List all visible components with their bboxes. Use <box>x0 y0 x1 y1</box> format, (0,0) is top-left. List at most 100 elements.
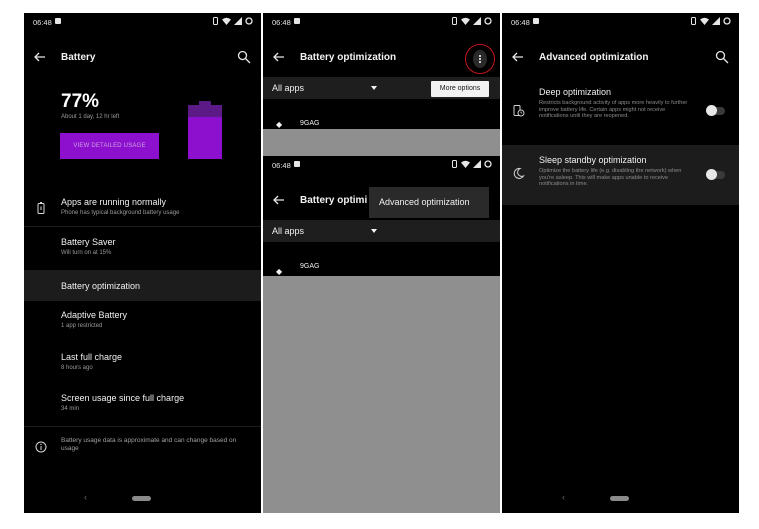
adaptive-battery-item[interactable]: Adaptive Battery 1 app restricted <box>24 305 261 339</box>
battery-saver-item[interactable]: Battery Saver Will turn on at 15% <box>24 232 261 266</box>
last-full-charge-item: Last full charge 8 hours ago <box>24 346 261 380</box>
vibrate-icon <box>691 17 696 25</box>
notification-icon <box>294 161 300 167</box>
nav-back-icon[interactable]: ‹ <box>84 492 87 502</box>
page-title: Advanced optimization <box>539 52 649 63</box>
wifi-icon <box>461 17 470 25</box>
view-detailed-usage-button[interactable]: VIEW DETAILED USAGE <box>60 133 159 159</box>
status-bar: 06:48 <box>263 156 500 174</box>
battery-alert-icon <box>37 202 45 214</box>
back-arrow-icon[interactable] <box>511 50 525 64</box>
search-icon[interactable] <box>237 50 251 64</box>
adaptive-battery-subtitle: 1 app restricted <box>61 323 103 329</box>
battery-body <box>188 105 222 159</box>
last-full-charge-title: Last full charge <box>61 352 123 362</box>
battery-optimization-item[interactable]: Battery optimization <box>24 270 261 301</box>
notification-icon <box>294 18 300 24</box>
divider <box>24 226 261 227</box>
battery-saver-title: Battery Saver <box>61 237 116 247</box>
sleep-standby-optimization-row[interactable]: Sleep standby optimization Optimize the … <box>502 145 739 205</box>
status-time: 06:48 <box>511 18 530 27</box>
adaptive-battery-title: Adaptive Battery <box>61 310 128 320</box>
vibrate-icon <box>213 17 218 25</box>
deep-optimization-toggle[interactable] <box>706 105 725 116</box>
app-icon: ◆ <box>276 267 283 276</box>
filter-label: All apps <box>272 83 305 93</box>
battery-status-icon <box>484 160 492 168</box>
info-icon <box>35 441 47 453</box>
app-name[interactable]: 9GAG <box>300 263 319 270</box>
notification-icon <box>55 18 61 24</box>
app-bar: Battery <box>24 41 261 75</box>
battery-screen: 06:48 Battery 77% About 1 day, 12 hr lef… <box>24 13 261 513</box>
battery-fill <box>188 117 222 159</box>
vibrate-icon <box>452 160 457 168</box>
status-bar: 06:48 <box>263 13 500 31</box>
page-title: Battery <box>61 52 96 63</box>
search-icon[interactable] <box>715 50 729 64</box>
status-time: 06:48 <box>33 18 52 27</box>
wifi-icon <box>461 160 470 168</box>
app-filter[interactable]: All apps <box>263 220 500 242</box>
sleep-standby-desc: Optimize the battery life (e.g. disablin… <box>539 168 682 187</box>
vibrate-icon <box>452 17 457 25</box>
battery-status-icon <box>245 17 253 25</box>
status-icons <box>451 160 492 168</box>
notification-icon <box>533 18 539 24</box>
signal-icon <box>712 17 720 25</box>
signal-icon <box>473 160 481 168</box>
screen-usage-value: 34 min <box>61 406 80 412</box>
status-bar: 06:48 <box>502 13 739 31</box>
home-pill-icon[interactable] <box>610 496 629 501</box>
nav-back-icon[interactable]: ‹ <box>562 492 565 502</box>
sleep-standby-toggle[interactable] <box>706 169 725 180</box>
divider <box>24 426 261 427</box>
more-options-button[interactable]: More options <box>431 81 489 97</box>
status-subtitle: Phone has typical background battery usa… <box>61 210 180 216</box>
battery-percentage: 77% <box>61 91 100 112</box>
status-icons <box>451 17 492 25</box>
advanced-optimization-menu-item[interactable]: Advanced optimization <box>369 187 489 218</box>
status-icons <box>212 17 253 25</box>
signal-icon <box>234 17 242 25</box>
app-icon: ◆ <box>276 120 283 129</box>
nav-bar: ‹ <box>502 483 739 513</box>
dropdown-arrow-icon <box>371 229 377 233</box>
wifi-icon <box>222 17 231 25</box>
battery-optimization-title: Battery optimization <box>61 281 141 291</box>
status-time: 06:48 <box>272 18 291 27</box>
back-arrow-icon[interactable] <box>33 50 47 64</box>
usage-disclaimer: Battery usage data is approximate and ca… <box>24 433 261 463</box>
advanced-optimization-screen: 06:48 Advanced optimization Deep optimiz… <box>502 13 739 513</box>
battery-clock-icon <box>513 105 525 117</box>
battery-optimization-screen: 06:48 Battery optimization All apps More… <box>263 13 500 129</box>
status-icons <box>690 17 731 25</box>
deep-optimization-row[interactable]: Deep optimization Restricts background a… <box>502 83 739 141</box>
status-time: 06:48 <box>272 161 291 170</box>
battery-status-icon <box>484 17 492 25</box>
highlight-circle <box>465 44 495 74</box>
status-title: Apps are running normally <box>61 197 167 207</box>
time-remaining: About 1 day, 12 hr left <box>61 114 120 120</box>
last-full-charge-value: 8 hours ago <box>61 365 93 371</box>
battery-graphic <box>188 101 222 159</box>
signal-icon <box>473 17 481 25</box>
app-filter[interactable]: All apps More options <box>263 77 500 99</box>
battery-optimization-menu-screen: 06:48 Battery optimi Advanced optimizati… <box>263 156 500 276</box>
dropdown-arrow-icon <box>371 86 377 90</box>
moon-icon <box>513 167 525 179</box>
app-name[interactable]: 9GAG <box>300 120 319 127</box>
page-title: Battery optimization <box>300 52 397 63</box>
back-arrow-icon[interactable] <box>272 50 286 64</box>
page-title: Battery optimi <box>300 195 368 206</box>
deep-optimization-title: Deep optimization <box>539 87 612 97</box>
battery-saver-subtitle: Will turn on at 15% <box>61 250 112 256</box>
home-pill-icon[interactable] <box>132 496 151 501</box>
filter-label: All apps <box>272 226 305 236</box>
wifi-icon <box>700 17 709 25</box>
deep-optimization-desc: Restricts background activity of apps mo… <box>539 100 688 119</box>
sleep-standby-title: Sleep standby optimization <box>539 155 647 165</box>
screen-usage-item: Screen usage since full charge 34 min <box>24 387 261 421</box>
back-arrow-icon[interactable] <box>272 193 286 207</box>
battery-status-icon <box>723 17 731 25</box>
